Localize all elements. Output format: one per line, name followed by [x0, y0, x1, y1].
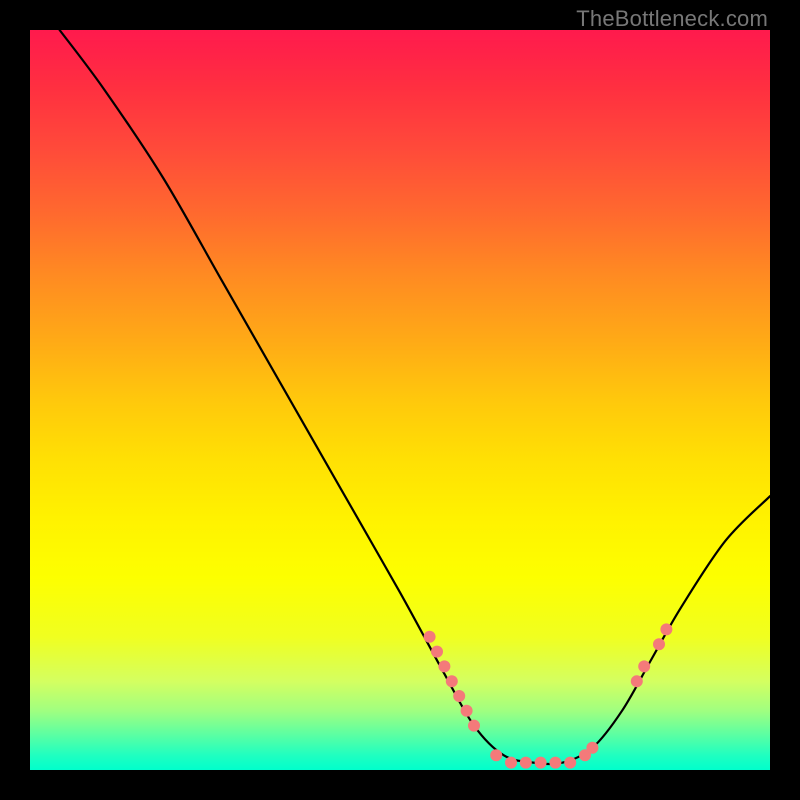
data-marker	[505, 757, 517, 769]
data-marker	[549, 757, 561, 769]
data-marker	[564, 757, 576, 769]
data-marker	[446, 675, 458, 687]
data-marker	[660, 623, 672, 635]
data-marker	[535, 757, 547, 769]
chart-plot-area	[30, 30, 770, 770]
data-marker	[468, 720, 480, 732]
chart-svg	[30, 30, 770, 770]
data-marker	[438, 660, 450, 672]
data-marker	[490, 749, 502, 761]
data-marker	[631, 675, 643, 687]
data-marker	[453, 690, 465, 702]
data-marker	[424, 631, 436, 643]
data-marker	[431, 646, 443, 658]
data-marker	[638, 660, 650, 672]
data-markers	[424, 623, 673, 768]
data-marker	[586, 742, 598, 754]
watermark-text: TheBottleneck.com	[576, 6, 768, 32]
data-marker	[653, 638, 665, 650]
data-marker	[461, 705, 473, 717]
bottleneck-curve	[60, 30, 770, 764]
data-marker	[520, 757, 532, 769]
